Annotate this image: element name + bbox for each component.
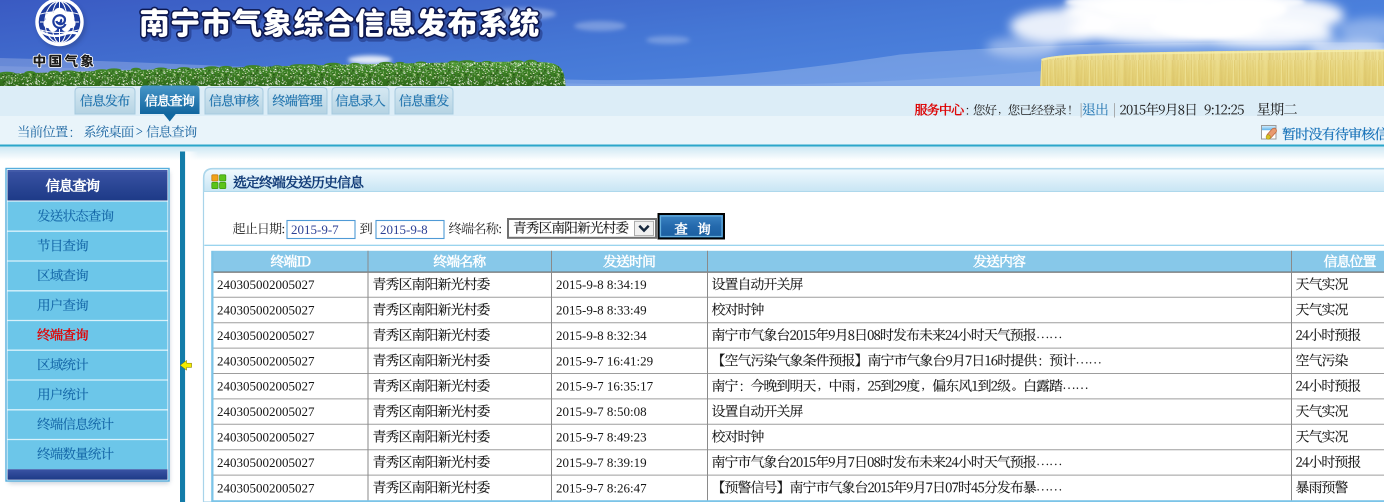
- svg-text:2015-9-8: 2015-9-8: [380, 222, 428, 237]
- svg-text:2015-9-7: 2015-9-7: [291, 222, 339, 237]
- svg-text:240305002005027: 240305002005027: [217, 353, 315, 368]
- svg-text:240305002005027: 240305002005027: [217, 328, 315, 343]
- svg-text:240305002005027: 240305002005027: [217, 404, 315, 419]
- svg-text:2015-9-7 16:35:17: 2015-9-7 16:35:17: [556, 379, 654, 394]
- svg-text:2015-9-7 8:50:08: 2015-9-7 8:50:08: [556, 404, 647, 419]
- svg-text:240305002005027: 240305002005027: [217, 430, 315, 445]
- svg-text:2015-9-7 8:26:47: 2015-9-7 8:26:47: [556, 480, 647, 495]
- svg-text:240305002005027: 240305002005027: [217, 277, 315, 292]
- svg-text:2015-9-7 8:39:19: 2015-9-7 8:39:19: [556, 455, 647, 470]
- svg-text:2015-9-8 8:33:49: 2015-9-8 8:33:49: [556, 303, 647, 318]
- svg-text:240305002005027: 240305002005027: [217, 379, 315, 394]
- svg-text:240305002005027: 240305002005027: [217, 303, 315, 318]
- svg-text:2015-9-8 8:34:19: 2015-9-8 8:34:19: [556, 277, 647, 292]
- svg-text:2015-9-8 8:32:34: 2015-9-8 8:32:34: [556, 328, 647, 343]
- svg-text:240305002005027: 240305002005027: [217, 455, 315, 470]
- svg-text:2015-9-7 8:49:23: 2015-9-7 8:49:23: [556, 430, 647, 445]
- svg-text:240305002005027: 240305002005027: [217, 480, 315, 495]
- svg-text:2015-9-7 16:41:29: 2015-9-7 16:41:29: [556, 353, 653, 368]
